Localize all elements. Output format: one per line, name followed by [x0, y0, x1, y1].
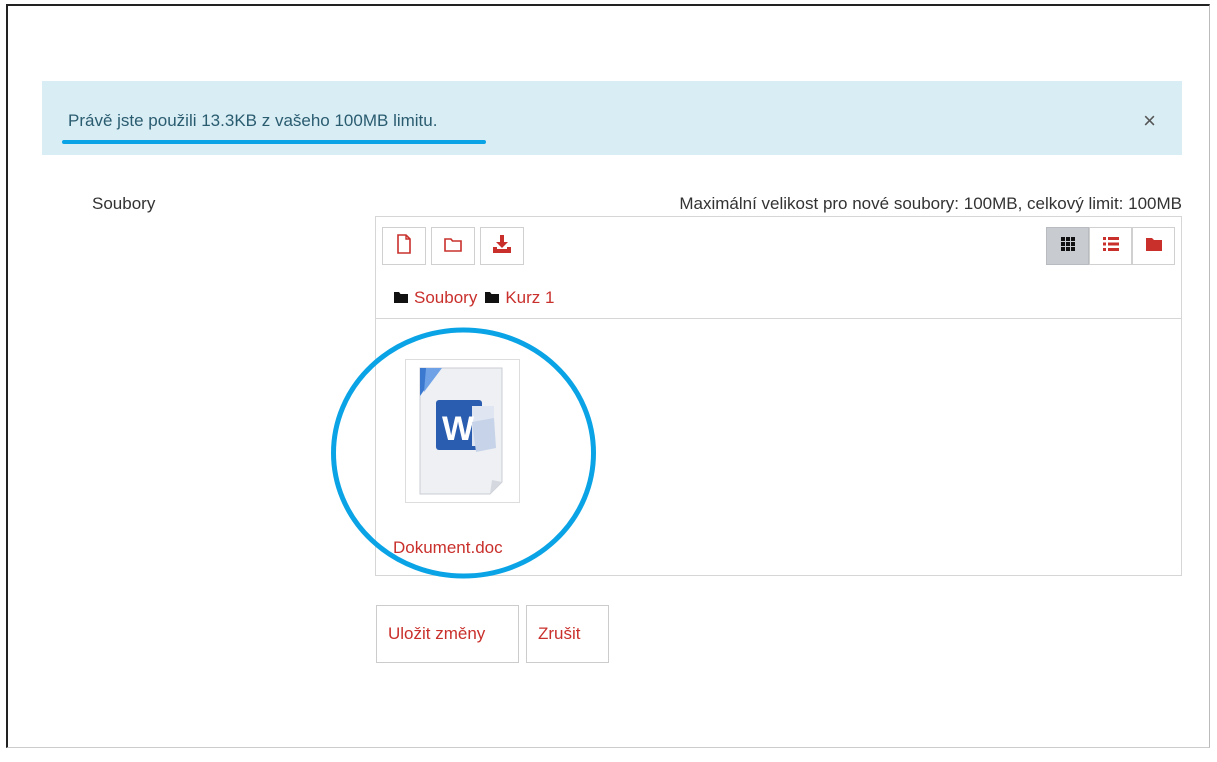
size-limits-text: Maximální velikost pro nové soubory: 100… — [679, 194, 1182, 213]
create-folder-button[interactable] — [431, 227, 475, 265]
breadcrumb-item-kurz-1[interactable]: Kurz 1 — [505, 288, 554, 308]
files-label: Soubory — [92, 194, 156, 213]
usage-alert: Právě jste použili 13.3KB z vašeho 100MB… — [42, 81, 1182, 155]
view-list-button[interactable] — [1089, 227, 1132, 265]
list-icon — [1102, 236, 1120, 257]
cancel-button[interactable]: Zrušit — [526, 605, 609, 663]
svg-text:W: W — [442, 410, 475, 448]
view-icons-button[interactable] — [1046, 227, 1089, 265]
file-manager-content: W Dokument.doc — [376, 319, 1181, 575]
save-changes-button[interactable]: Uložit změny — [376, 605, 519, 663]
file-icon — [396, 233, 412, 259]
alert-message: Právě jste použili 13.3KB z vašeho 100MB… — [68, 111, 438, 130]
annotation-underline — [62, 140, 486, 144]
close-icon[interactable]: × — [1143, 110, 1156, 132]
folder-icon — [394, 288, 408, 308]
add-file-button[interactable] — [382, 227, 426, 265]
download-all-button[interactable] — [480, 227, 524, 265]
breadcrumb: Soubory Kurz 1 — [394, 288, 562, 308]
folder-icon — [444, 236, 462, 257]
file-name-link[interactable]: Dokument.doc — [393, 538, 503, 558]
view-tree-button[interactable] — [1132, 227, 1175, 265]
grid-icon — [1060, 236, 1076, 257]
download-icon — [492, 234, 512, 259]
folder-icon — [485, 288, 500, 308]
tree-folder-icon — [1145, 236, 1163, 257]
file-manager-header: Soubory Kurz 1 — [376, 217, 1181, 319]
breadcrumb-item-soubory[interactable]: Soubory — [414, 288, 477, 308]
word-document-icon: W — [406, 367, 519, 506]
file-item-thumbnail[interactable]: W — [405, 359, 520, 503]
file-manager: Soubory Kurz 1 W Dokument.doc — [375, 216, 1182, 576]
